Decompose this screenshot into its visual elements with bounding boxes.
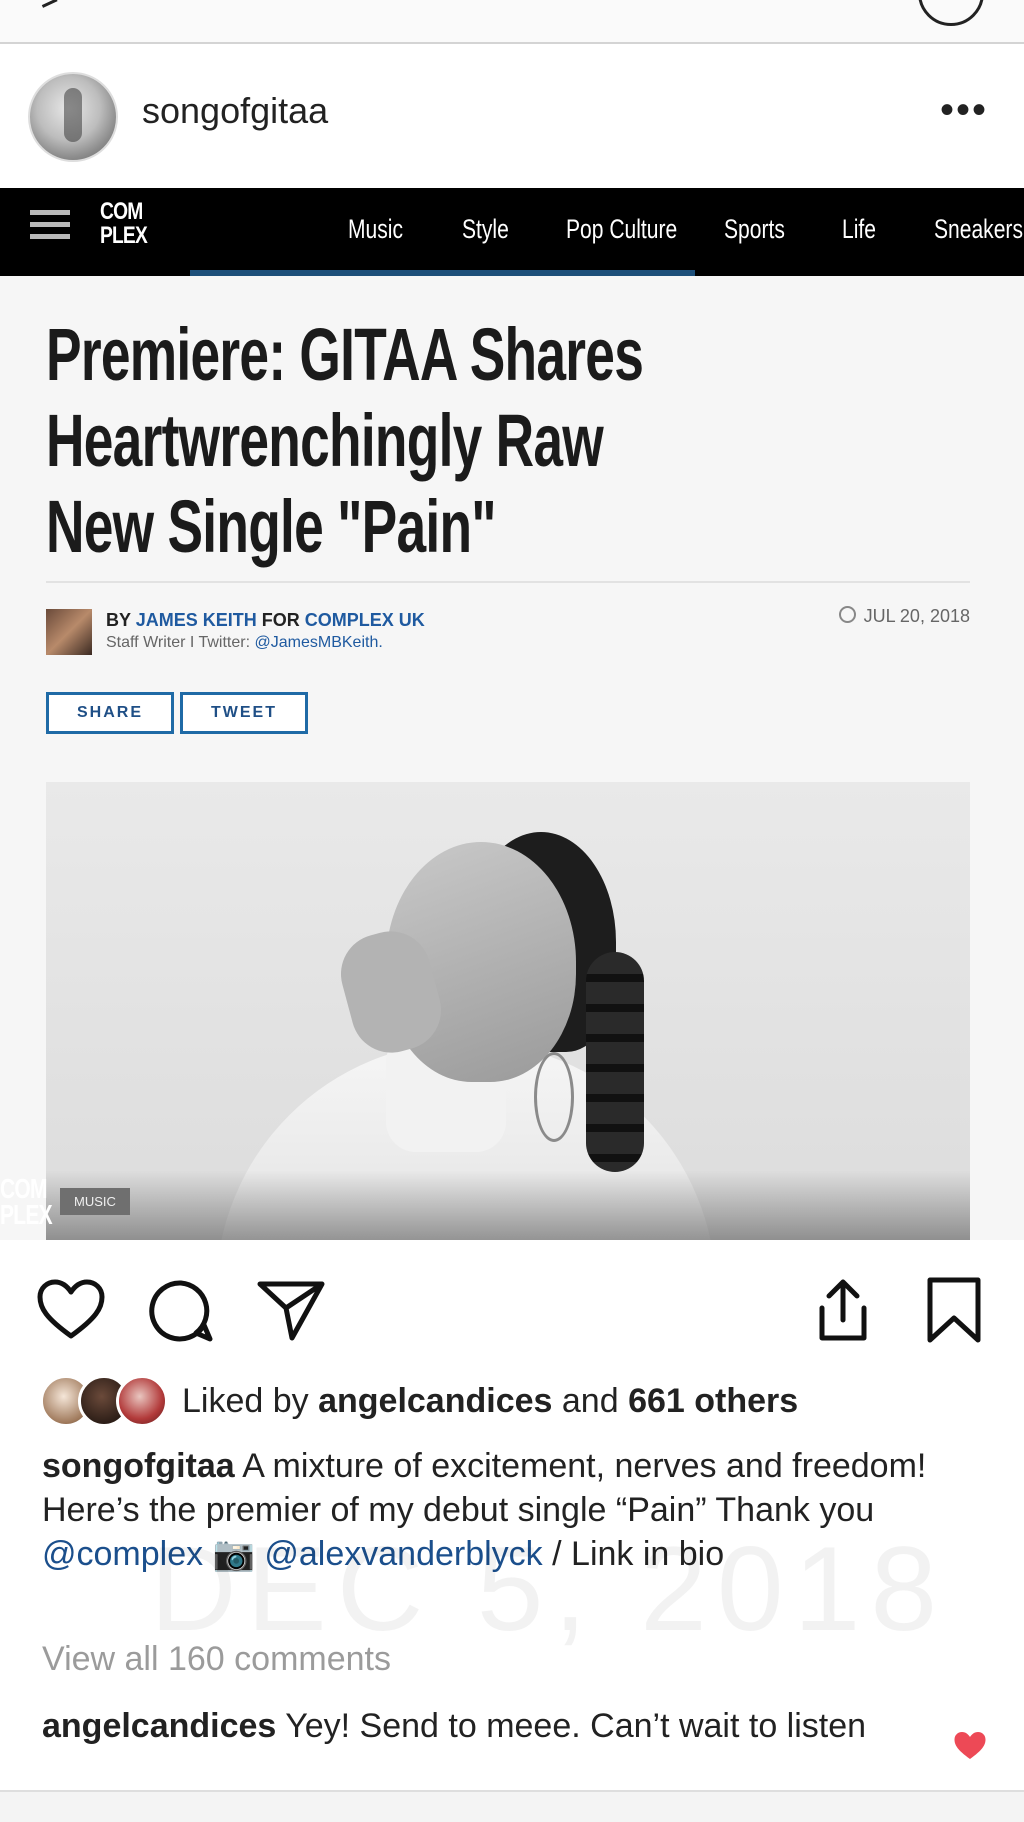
divider: [46, 581, 970, 583]
nav-link-sports[interactable]: Sports: [724, 214, 816, 245]
complex-logo: COM PLEX: [100, 198, 148, 249]
share-upload-icon[interactable]: [812, 1276, 874, 1344]
likes-text[interactable]: Liked by angelcandices and 661 others: [182, 1382, 798, 1421]
complex-navbar: COM PLEX Music Style Pop Culture Sports …: [0, 188, 1024, 276]
more-options-icon[interactable]: •••: [940, 88, 988, 133]
nav-link-music[interactable]: Music: [348, 214, 437, 245]
post-username[interactable]: songofgitaa: [142, 90, 328, 132]
staff-prefix: Staff Writer I Twitter:: [106, 634, 251, 651]
share-button[interactable]: SHARE: [46, 692, 174, 734]
comment-like-heart-icon[interactable]: [952, 1730, 988, 1762]
likes-middle: and: [561, 1381, 619, 1420]
article-photo: [46, 782, 970, 1240]
nav-link-style[interactable]: Style: [462, 214, 543, 245]
comment-text: Yey! Send to meee. Can’t wait to listen: [285, 1707, 867, 1745]
likes-row: Liked by angelcandices and 661 others: [40, 1374, 798, 1428]
top-bar: [0, 0, 1024, 44]
byline-by: BY: [106, 610, 131, 630]
likes-others[interactable]: 661 others: [628, 1382, 798, 1420]
article-date: JUL 20, 2018: [838, 606, 970, 627]
byline-outlet[interactable]: COMPLEX UK: [305, 610, 425, 630]
back-chevron-icon[interactable]: [38, 0, 58, 8]
likes-user[interactable]: angelcandices: [318, 1382, 552, 1420]
staff-line: Staff Writer I Twitter: @JamesMBKeith.: [106, 634, 383, 652]
bookmark-icon[interactable]: [924, 1276, 984, 1346]
author-photo: [46, 609, 92, 655]
article-screenshot: Premiere: GITAA Shares Heartwrenchingly …: [0, 276, 1024, 1240]
profile-circle-icon[interactable]: [918, 0, 984, 26]
avatar-figure: [64, 88, 82, 142]
likes-prefix: Liked by: [182, 1381, 309, 1420]
tweet-button[interactable]: TWEET: [180, 692, 308, 734]
article-headline: Premiere: GITAA Shares Heartwrenchingly …: [46, 313, 644, 568]
photo-complex-logo: COM PLEX: [0, 1173, 53, 1230]
music-badge: MUSIC: [60, 1188, 130, 1215]
date-watermark: DEC 5, 2018: [150, 1522, 948, 1656]
caption-username[interactable]: songofgitaa: [42, 1447, 235, 1485]
menu-icon[interactable]: [30, 210, 70, 246]
date-text: JUL 20, 2018: [863, 606, 970, 626]
send-icon[interactable]: [256, 1278, 326, 1344]
byline-for: FOR: [261, 610, 300, 630]
comment-username[interactable]: angelcandices: [42, 1707, 276, 1745]
byline-author[interactable]: JAMES KEITH: [136, 610, 257, 630]
post-header: songofgitaa •••: [0, 44, 1024, 188]
liker-avatar: [116, 1375, 168, 1427]
bottom-edge: [0, 1790, 1024, 1822]
complex-nav-links: Music Style Pop Culture Sports Life Snea…: [348, 214, 1024, 245]
avatar[interactable]: [28, 72, 118, 162]
like-heart-icon[interactable]: [36, 1278, 106, 1342]
author-twitter[interactable]: @JamesMBKeith.: [255, 634, 383, 651]
comment-icon[interactable]: [148, 1278, 214, 1344]
post-actions: [0, 1240, 1024, 1380]
byline: BY JAMES KEITH FOR COMPLEX UK: [106, 610, 425, 631]
nav-link-sneakers[interactable]: Sneakers: [934, 214, 1023, 245]
nav-link-life[interactable]: Life: [842, 214, 914, 245]
view-all-comments[interactable]: View all 160 comments: [42, 1640, 391, 1679]
nav-link-pop-culture[interactable]: Pop Culture: [566, 214, 689, 245]
clock-icon: [838, 606, 856, 623]
comment: angelcandices Yey! Send to meee. Can’t w…: [42, 1704, 942, 1748]
